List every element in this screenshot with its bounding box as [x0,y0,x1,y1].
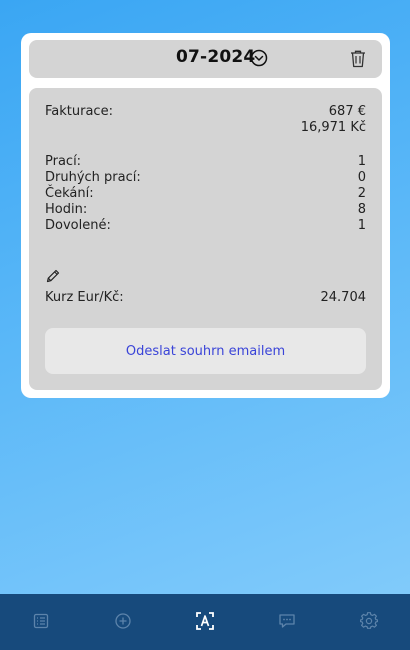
summary-panel: Fakturace: 687 € 16,971 Kč Prací: 1 Druh… [29,88,382,390]
chat-icon[interactable] [278,612,296,630]
stat-row-works: Prací: 1 [45,154,366,170]
stat-value: 2 [357,186,366,201]
chevron-circle-down-icon[interactable] [250,49,268,67]
stat-row-second-works: Druhých prací: 0 [45,170,366,186]
exchange-rate-row: Kurz Eur/Kč: 24.704 [45,290,366,306]
list-icon[interactable] [32,612,50,630]
stat-row-vacation: Dovolené: 1 [45,218,366,234]
stat-label: Čekání: [45,186,94,201]
invoice-czk-row: 16,971 Kč [45,120,366,136]
stat-value: 8 [357,202,366,217]
invoice-row: Fakturace: 687 € [45,104,366,120]
stat-value: 0 [357,170,366,185]
stat-label: Druhých prací: [45,170,141,185]
month-title[interactable]: 07-2024 [176,47,255,67]
month-summary-card: 07-2024 Fakturace: 687 € 16,971 Kč Prací… [21,33,390,398]
stat-row-hours: Hodin: 8 [45,202,366,218]
bottom-navbar [0,594,410,650]
stat-value: 1 [357,154,366,169]
settings-gear-icon[interactable] [360,612,378,630]
invoice-label: Fakturace: [45,104,113,119]
rate-value: 24.704 [320,290,367,305]
invoice-eur-value: 687 € [328,104,366,119]
trash-icon[interactable] [349,49,367,68]
add-circle-icon[interactable] [114,612,132,630]
stat-label: Prací: [45,154,82,169]
pencil-icon[interactable] [45,268,61,284]
rate-label: Kurz Eur/Kč: [45,290,124,305]
invoice-czk-value: 16,971 Kč [300,120,366,135]
stat-label: Hodin: [45,202,88,217]
stat-value: 1 [357,218,366,233]
stat-label: Dovolené: [45,218,111,233]
month-header: 07-2024 [29,40,382,78]
text-scan-icon[interactable] [196,612,214,630]
send-summary-email-button[interactable]: Odeslat souhrn emailem [45,328,366,374]
stat-row-waiting: Čekání: 2 [45,186,366,202]
